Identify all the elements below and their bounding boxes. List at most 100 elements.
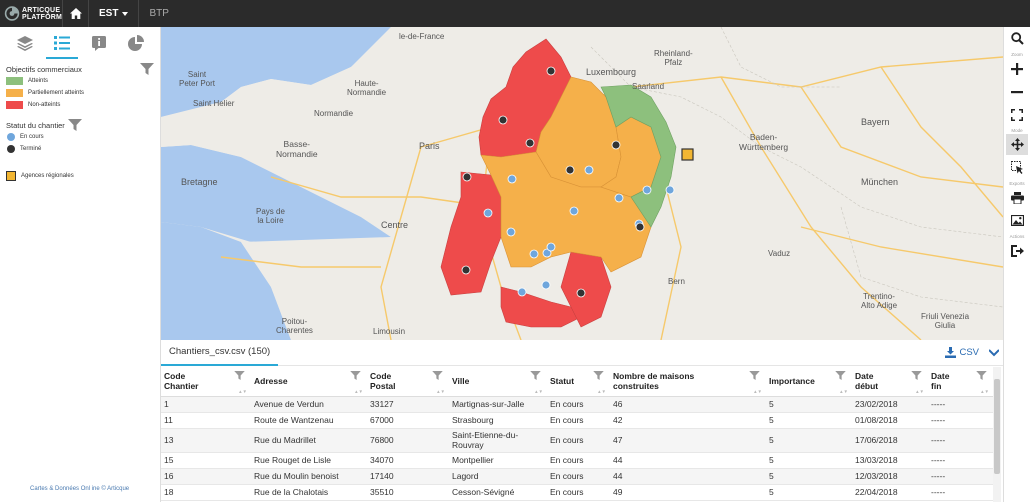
table-cell: 17/06/2018	[852, 428, 928, 453]
column-header[interactable]: Adresse ▲▼	[251, 366, 367, 397]
table-cell: Montpellier	[449, 452, 547, 469]
info-icon	[91, 36, 106, 51]
nav-btp[interactable]: BTP	[138, 0, 178, 27]
map-attribution[interactable]: Cartes & Données Onl ine © Articque	[30, 486, 129, 492]
print-button[interactable]	[1006, 187, 1028, 208]
sort-icon[interactable]: ▲▼	[753, 389, 762, 394]
left-sidebar: Objectifs commerciaux Atteints Partielle…	[0, 27, 161, 502]
sort-icon[interactable]: ▲▼	[238, 389, 247, 394]
pan-mode-button[interactable]	[1006, 134, 1028, 155]
table-cell: -----	[928, 396, 993, 413]
table-cell: 12/03/2018	[852, 468, 928, 485]
table-cell: Martignas-sur-Jalle	[449, 396, 547, 413]
filter-icon[interactable]	[835, 371, 846, 380]
logo-text: ARTICQUE PLATFORM	[22, 7, 62, 21]
minus-icon	[1011, 90, 1023, 93]
column-header[interactable]: Nombre de maisons construites ▲▼	[610, 366, 766, 397]
column-header[interactable]: Statut ▲▼	[547, 366, 610, 397]
toolbar-export-label: Exports	[1009, 181, 1025, 186]
filter-icon[interactable]	[911, 371, 922, 380]
filter-icon[interactable]	[432, 371, 443, 380]
table-row[interactable]: 13 Rue du Madrillet 76800 Saint-Etienne-du-…	[161, 428, 993, 453]
list-icon	[53, 36, 70, 50]
nav-est-dropdown[interactable]: EST	[88, 0, 138, 27]
table-cell: Saint-Etienne-du- Rouvray	[449, 428, 547, 453]
csv-export-button[interactable]: CSV	[945, 347, 979, 358]
table-row[interactable]: 11 Route de Wantzenau 67000 Strasbourg En co…	[161, 412, 993, 429]
table-body: 1 Avenue de Verdun 33127 Martignas-sur-Jall…	[161, 396, 993, 501]
map-label-trentino: Trentino- Alto Adige	[861, 292, 898, 310]
sort-icon[interactable]: ▲▼	[597, 389, 606, 394]
legend-agency-square	[6, 171, 16, 181]
map-view[interactable]: Saint Peter Port Saint Helier Basse- Nor…	[161, 27, 1003, 340]
filter-icon[interactable]	[530, 371, 541, 380]
map-label-top-france: le-de-France	[399, 32, 445, 41]
zoom-in-button[interactable]	[1006, 58, 1028, 79]
table-scrollbar[interactable]	[993, 367, 1001, 502]
table-row[interactable]: 16 Rue du Moulin benoist 17140 Lagord En cou…	[161, 468, 993, 485]
export-image-button[interactable]	[1006, 210, 1028, 231]
table-cell: 15	[161, 452, 251, 469]
filter-icon[interactable]	[749, 371, 760, 380]
top-bar: ARTICQUE PLATFORM EST BTP	[0, 0, 1030, 27]
map-label-poitou: Poitou- Charentes	[276, 317, 313, 335]
column-header[interactable]: Ville ▲▼	[449, 366, 547, 397]
table-row[interactable]: 1 Avenue de Verdun 33127 Martignas-sur-Jall…	[161, 396, 993, 413]
tab-chart[interactable]	[122, 29, 150, 57]
map-label-munchen: München	[861, 177, 899, 187]
tab-info[interactable]	[85, 29, 113, 57]
table-cell: 16	[161, 468, 251, 485]
column-header-label: Code Postal	[370, 370, 396, 391]
scrollbar-thumb[interactable]	[994, 379, 1000, 474]
table-cell: En cours	[547, 428, 610, 453]
sort-icon[interactable]: ▲▼	[839, 389, 848, 394]
map-label-haute-normandie: Haute- Normandie	[347, 79, 387, 97]
table-row[interactable]: 18 Rue de la Chalotais 35510 Cesson-Sévigné…	[161, 484, 993, 501]
column-header[interactable]: Date fin ▲▼	[928, 366, 993, 397]
column-header[interactable]: Code Chantier ▲▼	[161, 366, 251, 397]
fit-extent-button[interactable]	[1006, 104, 1028, 125]
table-cell: 35510	[367, 484, 449, 501]
sort-icon[interactable]: ▲▼	[980, 389, 989, 394]
legend-item-en-cours: En cours	[0, 131, 160, 143]
tab-legend[interactable]	[45, 29, 78, 59]
tab-layers[interactable]	[11, 29, 39, 57]
expand-icon	[1011, 108, 1023, 121]
sort-icon[interactable]: ▲▼	[436, 389, 445, 394]
logout-button[interactable]	[1006, 240, 1028, 261]
legend-status-title: Statut du chantier	[6, 120, 65, 130]
column-header-label: Code Chantier	[164, 370, 199, 391]
column-header[interactable]: Code Postal ▲▼	[367, 366, 449, 397]
table-cell: 01/08/2018	[852, 412, 928, 429]
map-label-luxembourg: Luxembourg	[586, 67, 637, 77]
sort-icon[interactable]: ▲▼	[354, 389, 363, 394]
filter-icon[interactable]	[976, 371, 987, 380]
filter-icon[interactable]	[234, 371, 245, 380]
legend-swatch	[6, 89, 23, 97]
sort-icon[interactable]: ▲▼	[915, 389, 924, 394]
table-row[interactable]: 15 Rue Rouget de Lisle 34070 Montpellier En …	[161, 452, 993, 469]
zoom-out-button[interactable]	[1006, 81, 1028, 102]
map-label-basse-normandie: Basse- Normandie	[276, 139, 318, 159]
tab-chantiers-csv[interactable]: Chantiers_csv.csv (150)	[161, 340, 279, 366]
table-cell: -----	[928, 452, 993, 469]
right-toolbar: Zoom Mode Exports Actions	[1003, 27, 1030, 502]
column-header-label: Nombre de maisons construites	[613, 370, 695, 391]
column-header[interactable]: Importance ▲▼	[766, 366, 852, 397]
column-header-label: Importance	[769, 375, 815, 386]
map-label-saint-helier: Saint Helier	[193, 99, 235, 108]
map-label-rheinland: Rheinland- Pfalz	[654, 49, 693, 67]
filter-icon[interactable]	[140, 63, 154, 75]
select-mode-button[interactable]	[1006, 157, 1028, 178]
search-button[interactable]	[1006, 28, 1028, 49]
panel-actions: CSV	[945, 347, 1003, 358]
column-header[interactable]: Date début ▲▼	[852, 366, 928, 397]
filter-icon[interactable]	[68, 119, 82, 131]
filter-icon[interactable]	[593, 371, 604, 380]
chevron-down-icon[interactable]	[989, 348, 999, 357]
filter-icon[interactable]	[350, 371, 361, 380]
app-logo[interactable]: ARTICQUE PLATFORM	[0, 0, 62, 27]
sort-icon[interactable]: ▲▼	[534, 389, 543, 394]
home-button[interactable]	[62, 0, 88, 27]
table-cell: -----	[928, 412, 993, 429]
